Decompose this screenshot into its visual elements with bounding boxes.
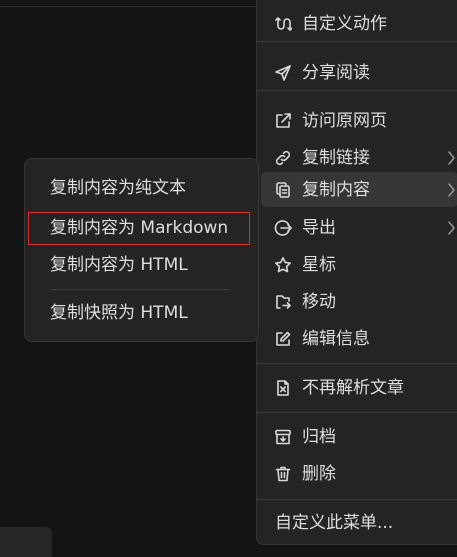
copy-icon: [274, 181, 292, 199]
menu-item-star[interactable]: 星标: [257, 247, 457, 282]
send-icon: [274, 64, 292, 82]
submenu-item-label: 复制内容为纯文本: [50, 178, 186, 198]
chevron-right-icon: [447, 220, 456, 236]
menu-item-customize-menu[interactable]: 自定义此菜单...: [257, 505, 457, 540]
chevron-right-icon: [447, 150, 456, 166]
menu-item-label: 访问原网页: [302, 111, 387, 131]
copy-content-submenu: 复制内容为纯文本 复制内容为 Markdown 复制内容为 HTML 复制快照为…: [24, 158, 259, 342]
submenu-item-label: 复制内容为 Markdown: [50, 218, 229, 238]
menu-divider: [257, 499, 457, 500]
menu-item-edit-info[interactable]: 编辑信息: [257, 321, 457, 356]
menu-item-label: 归档: [302, 427, 336, 447]
close-box-icon: [274, 379, 292, 397]
submenu-item-copy-html[interactable]: 复制内容为 HTML: [29, 249, 251, 282]
custom-action-icon: [274, 15, 292, 33]
bottom-left-tab[interactable]: [0, 527, 52, 557]
menu-item-label: 复制链接: [302, 148, 370, 168]
chevron-right-icon: [447, 182, 456, 198]
archive-icon: [274, 428, 292, 446]
menu-item-label: 自定义动作: [302, 14, 387, 34]
export-icon: [274, 219, 292, 237]
menu-item-label: 复制内容: [302, 180, 370, 200]
menu-item-archive[interactable]: 归档: [257, 419, 457, 454]
menu-item-label: 星标: [302, 255, 336, 275]
menu-item-label: 分享阅读: [302, 63, 370, 83]
submenu-divider: [50, 289, 230, 290]
menu-item-delete[interactable]: 删除: [257, 456, 457, 491]
submenu-item-copy-markdown[interactable]: 复制内容为 Markdown: [28, 212, 250, 245]
menu-item-copy-link[interactable]: 复制链接: [257, 140, 457, 175]
menu-item-label: 删除: [302, 464, 336, 484]
menu-divider: [257, 412, 457, 413]
menu-item-custom-action[interactable]: 自定义动作: [257, 6, 457, 41]
submenu-item-label: 复制快照为 HTML: [50, 303, 188, 323]
menu-item-share[interactable]: 分享阅读: [257, 55, 457, 90]
submenu-item-label: 复制内容为 HTML: [50, 255, 188, 275]
menu-item-export[interactable]: 导出: [257, 210, 457, 245]
menu-item-move[interactable]: 移动: [257, 284, 457, 319]
menu-item-label: 不再解析文章: [302, 378, 404, 398]
menu-item-open-original[interactable]: 访问原网页: [257, 103, 457, 138]
external-link-icon: [274, 112, 292, 130]
menu-item-label: 导出: [302, 218, 336, 238]
star-icon: [274, 256, 292, 274]
menu-item-label: 自定义此菜单...: [275, 513, 394, 533]
menu-divider: [257, 41, 457, 42]
submenu-item-copy-plain-text[interactable]: 复制内容为纯文本: [29, 172, 251, 205]
move-icon: [274, 293, 292, 311]
menu-divider: [257, 90, 457, 91]
edit-icon: [274, 330, 292, 348]
window-top-divider: [0, 6, 256, 7]
context-menu: 自定义动作 分享阅读 访问原网页 复制链接 复制内容 导出 星标 移动 编辑信息…: [256, 0, 457, 545]
menu-item-stop-parsing[interactable]: 不再解析文章: [257, 370, 457, 405]
menu-divider: [257, 363, 457, 364]
trash-icon: [274, 465, 292, 483]
link-icon: [274, 149, 292, 167]
menu-item-copy-content[interactable]: 复制内容: [261, 172, 457, 207]
menu-item-label: 移动: [302, 292, 336, 312]
menu-item-label: 编辑信息: [302, 329, 370, 349]
submenu-item-copy-snapshot-html[interactable]: 复制快照为 HTML: [29, 297, 251, 330]
